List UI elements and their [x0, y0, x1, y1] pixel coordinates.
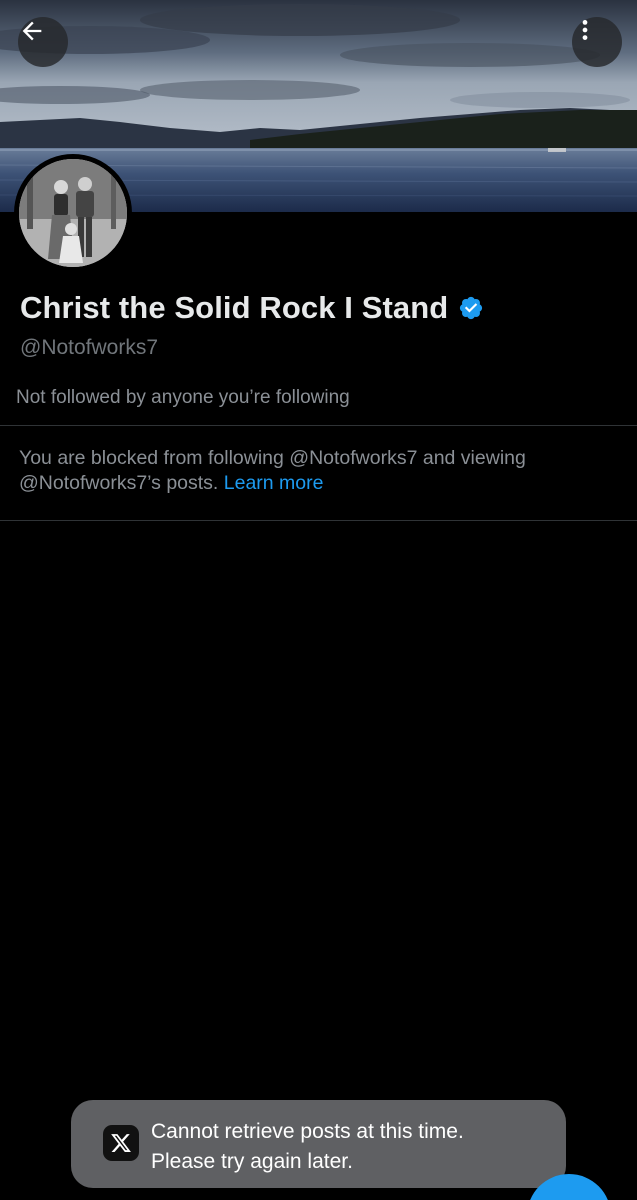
verified-badge-icon[interactable] — [458, 295, 484, 321]
back-button[interactable] — [18, 17, 68, 67]
profile-handle: @Notofworks7 — [20, 336, 159, 359]
avatar-photo — [19, 159, 127, 267]
toast-message: Cannot retrieve posts at this time. Plea… — [151, 1117, 464, 1177]
profile-avatar[interactable] — [14, 154, 132, 272]
family-photo-image — [19, 159, 127, 267]
more-vertical-icon — [582, 20, 588, 40]
toast-line-1: Cannot retrieve posts at this time. — [151, 1120, 464, 1143]
x-logo-icon — [103, 1125, 139, 1161]
divider — [0, 520, 637, 521]
arrow-left-icon — [22, 21, 42, 41]
divider — [0, 425, 637, 426]
followed-by-text: Not followed by anyone you’re following — [16, 387, 350, 408]
blocked-notice: You are blocked from following @Notofwor… — [19, 446, 619, 496]
display-name: Christ the Solid Rock I Stand — [20, 290, 449, 325]
error-toast: Cannot retrieve posts at this time. Plea… — [71, 1100, 566, 1188]
learn-more-link[interactable]: Learn more — [224, 472, 324, 494]
name-row: Christ the Solid Rock I Stand — [20, 290, 484, 326]
x-logo-glyph — [111, 1134, 131, 1152]
toast-line-2: Please try again later. — [151, 1150, 353, 1173]
more-options-button[interactable] — [572, 17, 622, 67]
profile-screen: Christ the Solid Rock I Stand @Notofwork… — [0, 0, 637, 1200]
